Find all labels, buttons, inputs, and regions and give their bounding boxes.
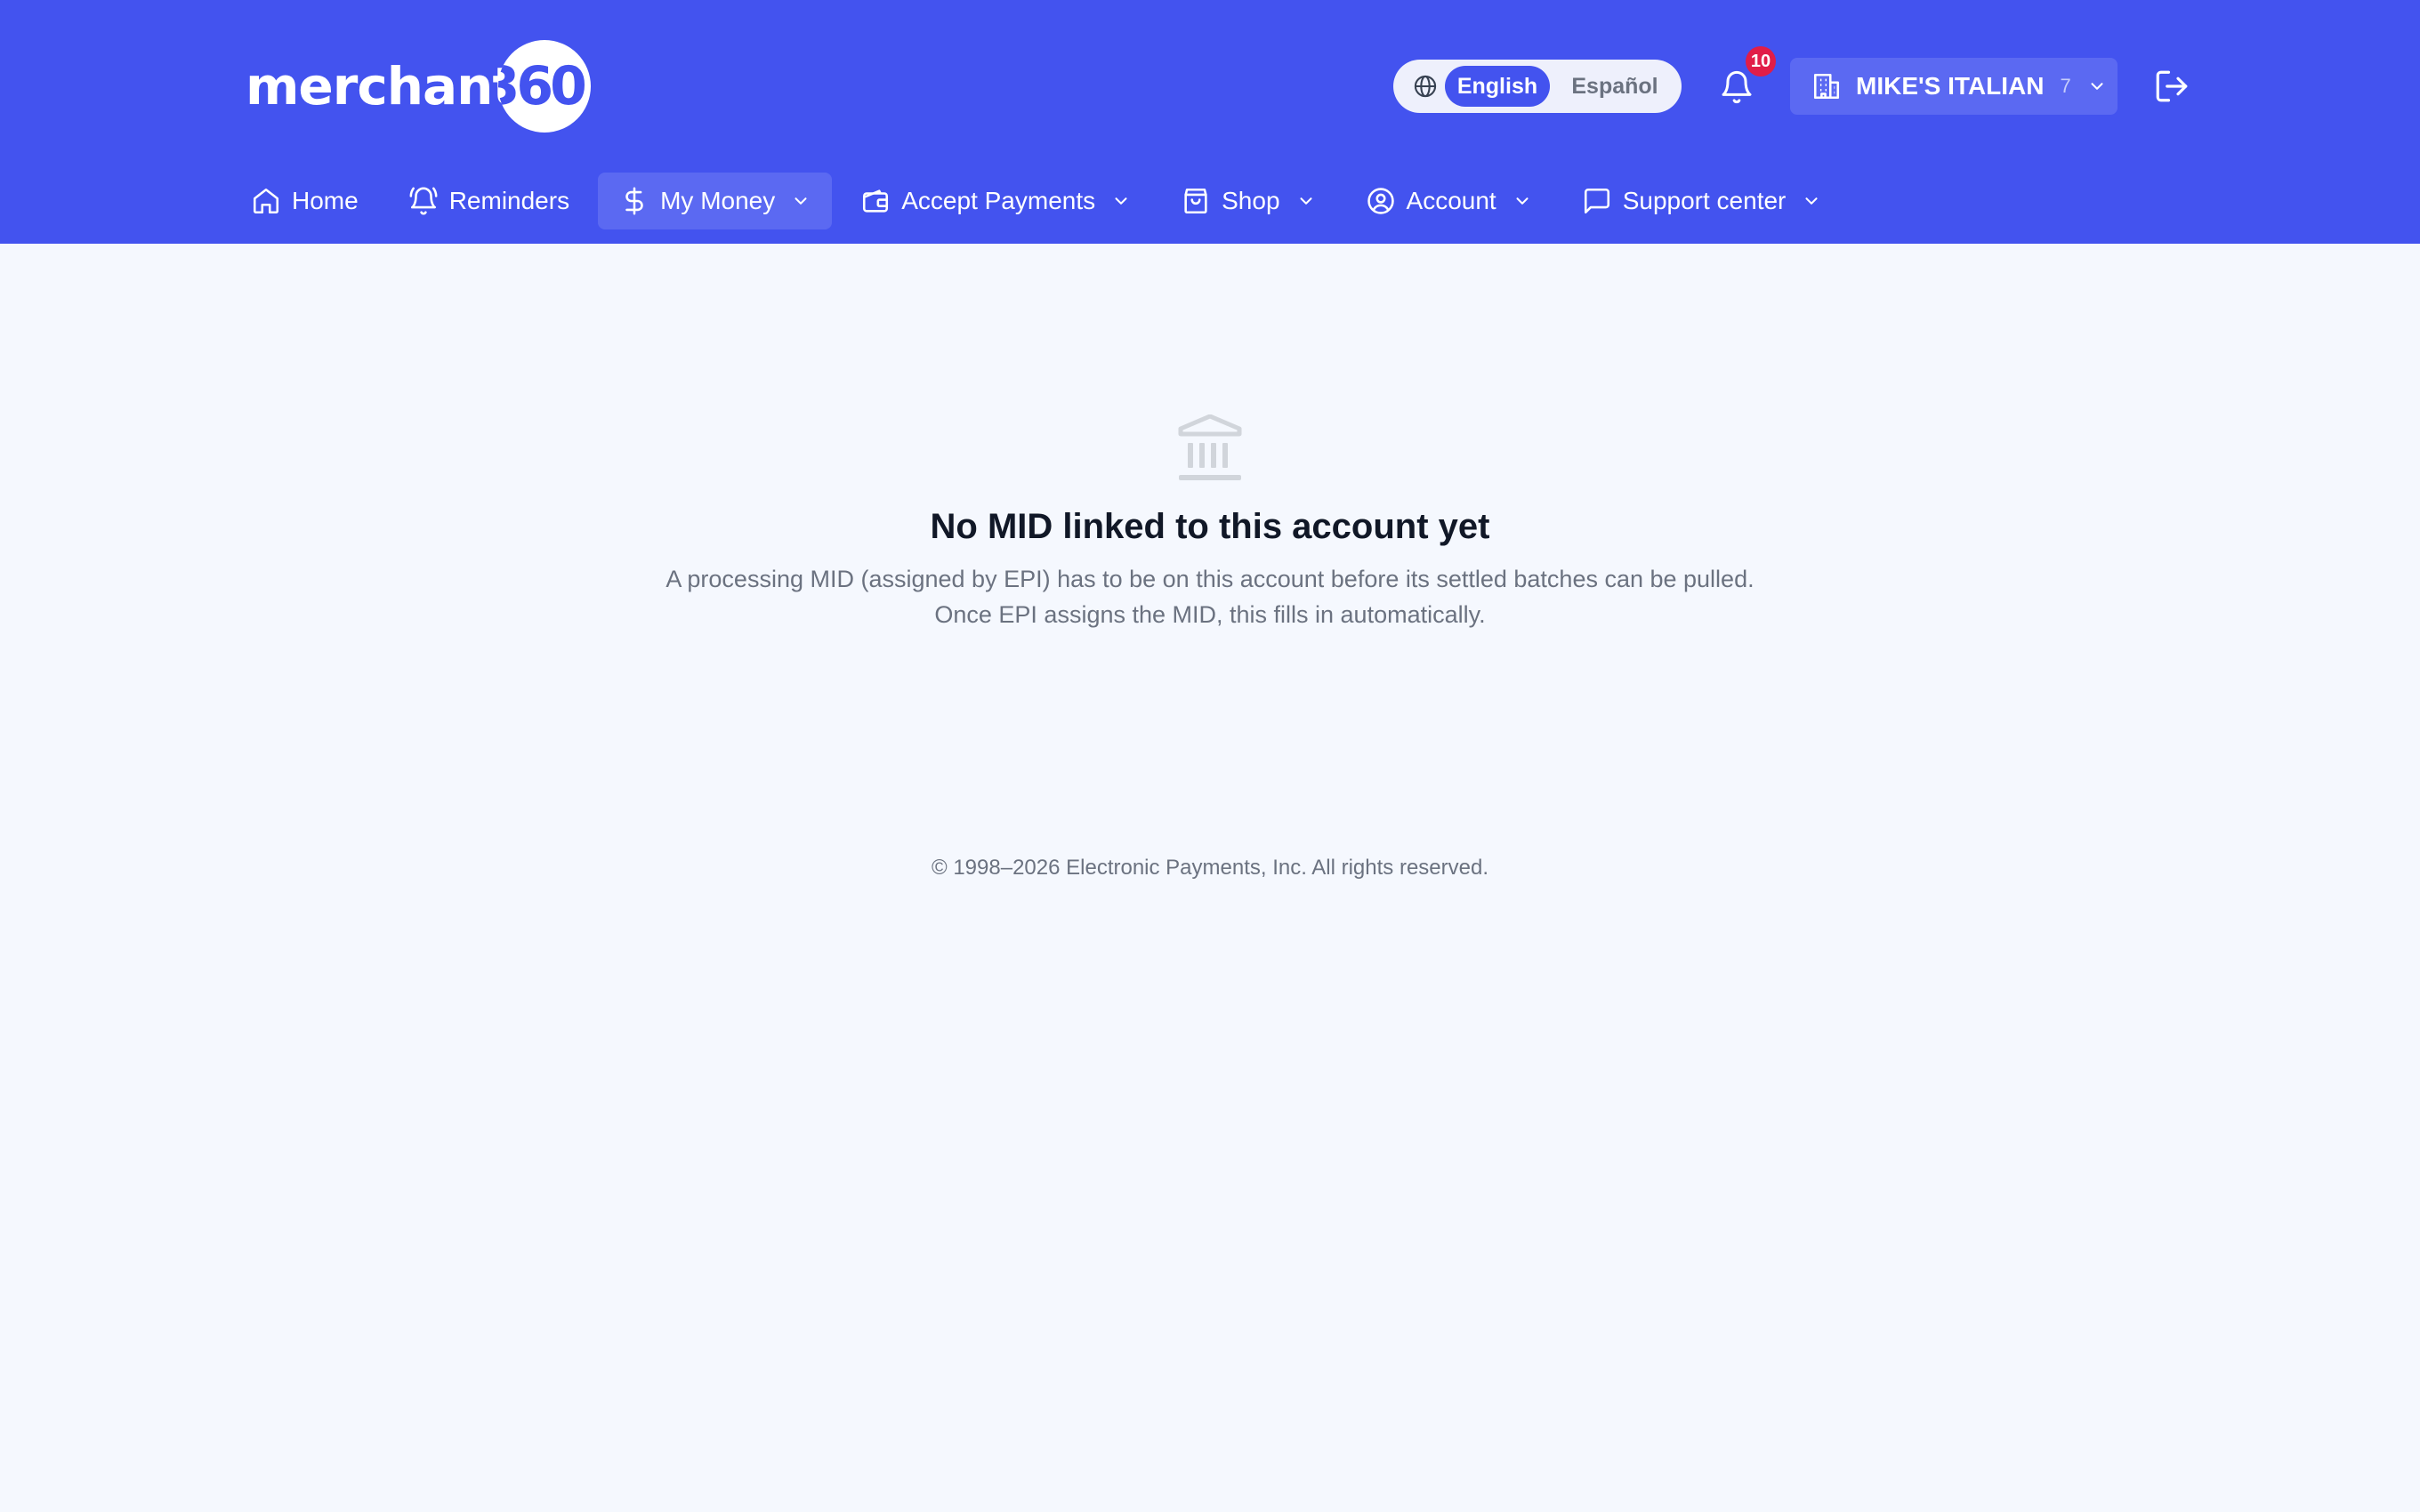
shopping-bag-icon [1184, 188, 1207, 214]
dollar-icon [625, 187, 643, 215]
building-icon [1813, 73, 1840, 100]
nav-item-label: My Money [660, 187, 776, 214]
chevron-down-icon [1805, 197, 1818, 205]
chevron-down-icon [1300, 197, 1312, 205]
nav-item-home[interactable]: Home [230, 173, 380, 229]
bank-icon [1178, 414, 1242, 480]
user-circle-icon [1367, 188, 1394, 214]
footer-copyright: © 1998–2026 Electronic Payments, Inc. Al… [931, 856, 1488, 880]
logo-word: merchant [246, 56, 517, 117]
nav-item-support-center[interactable]: Support center [1561, 173, 1843, 229]
main-nav: Home Reminders My Money Accept Payments … [230, 173, 1850, 229]
nav-item-label: Shop [1222, 187, 1280, 214]
nav-item-label: Support center [1622, 187, 1787, 214]
chevron-down-icon [1115, 197, 1127, 205]
nav-item-label: Reminders [448, 187, 570, 214]
nav-item-label: Account [1406, 187, 1496, 214]
notification-count-badge: 10 [1746, 46, 1776, 76]
nav-item-shop[interactable]: Shop [1159, 173, 1336, 229]
empty-state-line-2: Once EPI assigns the MID, this fills in … [934, 601, 1486, 628]
chevron-down-icon [1516, 197, 1529, 205]
language-english-button[interactable]: English [1445, 66, 1550, 107]
nav-item-label: Home [292, 187, 359, 214]
nav-item-label: Accept Payments [901, 187, 1096, 214]
chevron-down-icon [795, 197, 807, 205]
language-espanol-button[interactable]: Español [1557, 66, 1673, 107]
logo-number: 360 [498, 55, 587, 117]
empty-state-line-1: A processing MID (assigned by EPI) has t… [666, 566, 1754, 592]
message-square-icon [1584, 188, 1609, 214]
nav-item-reminders[interactable]: Reminders [387, 173, 591, 229]
merchant-name: MIKE'S ITALIAN [1856, 72, 2045, 100]
merchant360-logo[interactable]: merchant 360 [246, 39, 592, 133]
bell-ring-icon [409, 187, 438, 215]
empty-state-description: A processing MID (assigned by EPI) has t… [666, 561, 1754, 632]
nav-item-accept-payments[interactable]: Accept Payments [839, 173, 1152, 229]
logo-badge: 360 [498, 40, 592, 133]
merchant-selector[interactable]: MIKE'S ITALIAN 7 [1790, 58, 2118, 115]
wallet-icon [863, 189, 889, 213]
language-toggle: English Español [1393, 60, 1682, 113]
globe-icon [1414, 75, 1437, 98]
merchant-count: 7 [2060, 75, 2071, 97]
logout-icon[interactable] [2153, 68, 2190, 105]
empty-state-title: No MID linked to this account yet [930, 507, 1490, 546]
nav-item-my-money[interactable]: My Money [598, 173, 833, 229]
empty-state: No MID linked to this account yet A proc… [0, 414, 2420, 632]
bell-icon[interactable] [1719, 68, 1754, 107]
top-header: merchant 360 English Español 10 MIKE'S I… [0, 0, 2420, 244]
nav-item-account[interactable]: Account [1344, 173, 1553, 229]
chevron-down-icon [2091, 83, 2103, 90]
home-icon [253, 188, 279, 214]
